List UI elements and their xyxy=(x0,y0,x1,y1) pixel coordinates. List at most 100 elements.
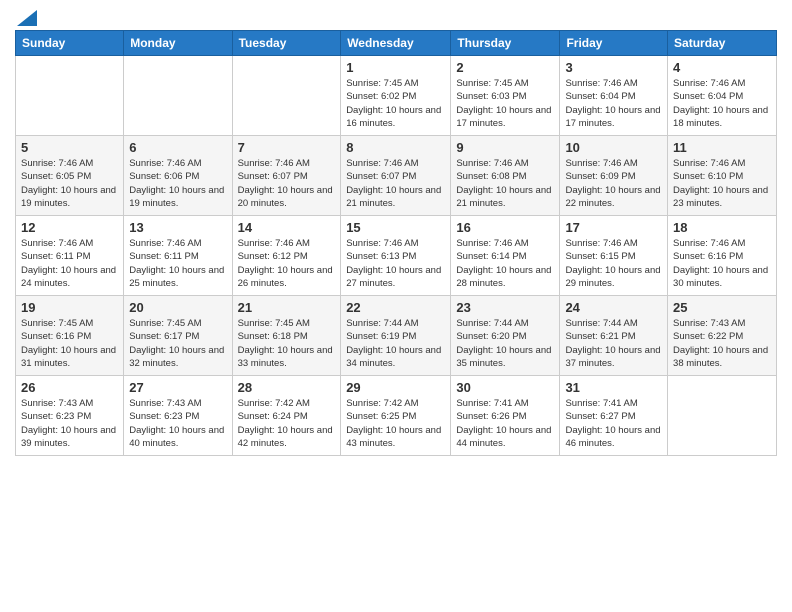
day-info: Sunrise: 7:46 AM Sunset: 6:07 PM Dayligh… xyxy=(238,157,336,210)
day-number: 29 xyxy=(346,380,445,395)
calendar-week-row: 12 Sunrise: 7:46 AM Sunset: 6:11 PM Dayli… xyxy=(16,216,777,296)
calendar-cell: 10 Sunrise: 7:46 AM Sunset: 6:09 PM Dayli… xyxy=(560,136,668,216)
calendar-cell: 5Sunrise: 7:46 AM Sunset: 6:05 PM Daylig… xyxy=(16,136,124,216)
calendar-cell: 26 Sunrise: 7:43 AM Sunset: 6:23 PM Dayli… xyxy=(16,376,124,456)
calendar-cell: 17 Sunrise: 7:46 AM Sunset: 6:15 PM Dayli… xyxy=(560,216,668,296)
day-info: Sunrise: 7:46 AM Sunset: 6:04 PM Dayligh… xyxy=(673,77,771,130)
day-info: Sunrise: 7:46 AM Sunset: 6:10 PM Dayligh… xyxy=(673,157,771,210)
day-number: 8 xyxy=(346,140,445,155)
day-info: Sunrise: 7:42 AM Sunset: 6:24 PM Dayligh… xyxy=(238,397,336,450)
day-info: Sunrise: 7:46 AM Sunset: 6:12 PM Dayligh… xyxy=(238,237,336,290)
day-number: 28 xyxy=(238,380,336,395)
day-number: 9 xyxy=(456,140,554,155)
day-number: 27 xyxy=(129,380,226,395)
calendar-cell: 31 Sunrise: 7:41 AM Sunset: 6:27 PM Dayli… xyxy=(560,376,668,456)
calendar-cell: 28 Sunrise: 7:42 AM Sunset: 6:24 PM Dayli… xyxy=(232,376,341,456)
day-number: 26 xyxy=(21,380,118,395)
calendar-day-header: Sunday xyxy=(16,31,124,56)
day-number: 24 xyxy=(565,300,662,315)
day-info: Sunrise: 7:41 AM Sunset: 6:27 PM Dayligh… xyxy=(565,397,662,450)
day-number: 25 xyxy=(673,300,771,315)
calendar-day-header: Friday xyxy=(560,31,668,56)
day-info: Sunrise: 7:44 AM Sunset: 6:20 PM Dayligh… xyxy=(456,317,554,370)
day-info: Sunrise: 7:44 AM Sunset: 6:21 PM Dayligh… xyxy=(565,317,662,370)
calendar-cell: 18Sunrise: 7:46 AM Sunset: 6:16 PM Dayli… xyxy=(668,216,777,296)
day-info: Sunrise: 7:41 AM Sunset: 6:26 PM Dayligh… xyxy=(456,397,554,450)
calendar-cell xyxy=(16,56,124,136)
calendar-cell: 21 Sunrise: 7:45 AM Sunset: 6:18 PM Dayli… xyxy=(232,296,341,376)
day-number: 19 xyxy=(21,300,118,315)
calendar-cell: 25 Sunrise: 7:43 AM Sunset: 6:22 PM Dayli… xyxy=(668,296,777,376)
day-info: Sunrise: 7:45 AM Sunset: 6:16 PM Dayligh… xyxy=(21,317,118,370)
day-info: Sunrise: 7:44 AM Sunset: 6:19 PM Dayligh… xyxy=(346,317,445,370)
calendar-cell: 14Sunrise: 7:46 AM Sunset: 6:12 PM Dayli… xyxy=(232,216,341,296)
calendar-cell: 12 Sunrise: 7:46 AM Sunset: 6:11 PM Dayli… xyxy=(16,216,124,296)
calendar-cell: 6 Sunrise: 7:46 AM Sunset: 6:06 PM Daylig… xyxy=(124,136,232,216)
day-info: Sunrise: 7:46 AM Sunset: 6:13 PM Dayligh… xyxy=(346,237,445,290)
day-info: Sunrise: 7:46 AM Sunset: 6:04 PM Dayligh… xyxy=(565,77,662,130)
calendar-week-row: 5Sunrise: 7:46 AM Sunset: 6:05 PM Daylig… xyxy=(16,136,777,216)
day-number: 11 xyxy=(673,140,771,155)
day-number: 22 xyxy=(346,300,445,315)
calendar-cell: 8 Sunrise: 7:46 AM Sunset: 6:07 PM Daylig… xyxy=(341,136,451,216)
calendar-cell xyxy=(124,56,232,136)
day-info: Sunrise: 7:45 AM Sunset: 6:18 PM Dayligh… xyxy=(238,317,336,370)
day-number: 1 xyxy=(346,60,445,75)
calendar-cell: 7 Sunrise: 7:46 AM Sunset: 6:07 PM Daylig… xyxy=(232,136,341,216)
day-info: Sunrise: 7:46 AM Sunset: 6:15 PM Dayligh… xyxy=(565,237,662,290)
calendar-cell: 29Sunrise: 7:42 AM Sunset: 6:25 PM Dayli… xyxy=(341,376,451,456)
day-number: 6 xyxy=(129,140,226,155)
day-info: Sunrise: 7:46 AM Sunset: 6:14 PM Dayligh… xyxy=(456,237,554,290)
day-info: Sunrise: 7:46 AM Sunset: 6:09 PM Dayligh… xyxy=(565,157,662,210)
day-info: Sunrise: 7:45 AM Sunset: 6:02 PM Dayligh… xyxy=(346,77,445,130)
day-number: 5 xyxy=(21,140,118,155)
day-info: Sunrise: 7:46 AM Sunset: 6:06 PM Dayligh… xyxy=(129,157,226,210)
day-number: 12 xyxy=(21,220,118,235)
calendar-cell: 23Sunrise: 7:44 AM Sunset: 6:20 PM Dayli… xyxy=(451,296,560,376)
calendar-cell: 22 Sunrise: 7:44 AM Sunset: 6:19 PM Dayli… xyxy=(341,296,451,376)
calendar-day-header: Saturday xyxy=(668,31,777,56)
day-number: 15 xyxy=(346,220,445,235)
page-header xyxy=(15,10,777,22)
day-info: Sunrise: 7:46 AM Sunset: 6:11 PM Dayligh… xyxy=(129,237,226,290)
day-number: 13 xyxy=(129,220,226,235)
calendar-cell: 27 Sunrise: 7:43 AM Sunset: 6:23 PM Dayli… xyxy=(124,376,232,456)
day-info: Sunrise: 7:43 AM Sunset: 6:22 PM Dayligh… xyxy=(673,317,771,370)
calendar-day-header: Monday xyxy=(124,31,232,56)
day-info: Sunrise: 7:45 AM Sunset: 6:03 PM Dayligh… xyxy=(456,77,554,130)
day-number: 3 xyxy=(565,60,662,75)
day-number: 21 xyxy=(238,300,336,315)
day-number: 7 xyxy=(238,140,336,155)
day-number: 31 xyxy=(565,380,662,395)
calendar-cell: 1 Sunrise: 7:45 AM Sunset: 6:02 PM Daylig… xyxy=(341,56,451,136)
calendar-week-row: 26 Sunrise: 7:43 AM Sunset: 6:23 PM Dayli… xyxy=(16,376,777,456)
day-info: Sunrise: 7:43 AM Sunset: 6:23 PM Dayligh… xyxy=(21,397,118,450)
day-info: Sunrise: 7:45 AM Sunset: 6:17 PM Dayligh… xyxy=(129,317,226,370)
calendar-day-header: Tuesday xyxy=(232,31,341,56)
day-number: 16 xyxy=(456,220,554,235)
calendar-cell: 11 Sunrise: 7:46 AM Sunset: 6:10 PM Dayli… xyxy=(668,136,777,216)
logo xyxy=(15,10,37,22)
calendar-cell: 24 Sunrise: 7:44 AM Sunset: 6:21 PM Dayli… xyxy=(560,296,668,376)
day-info: Sunrise: 7:43 AM Sunset: 6:23 PM Dayligh… xyxy=(129,397,226,450)
calendar-cell: 15 Sunrise: 7:46 AM Sunset: 6:13 PM Dayli… xyxy=(341,216,451,296)
day-number: 10 xyxy=(565,140,662,155)
calendar-cell xyxy=(668,376,777,456)
page-container: SundayMondayTuesdayWednesdayThursdayFrid… xyxy=(0,0,792,466)
calendar-cell: 4Sunrise: 7:46 AM Sunset: 6:04 PM Daylig… xyxy=(668,56,777,136)
calendar-cell: 20 Sunrise: 7:45 AM Sunset: 6:17 PM Dayli… xyxy=(124,296,232,376)
day-info: Sunrise: 7:46 AM Sunset: 6:08 PM Dayligh… xyxy=(456,157,554,210)
calendar-cell: 19 Sunrise: 7:45 AM Sunset: 6:16 PM Dayli… xyxy=(16,296,124,376)
calendar-day-header: Thursday xyxy=(451,31,560,56)
calendar-day-header: Wednesday xyxy=(341,31,451,56)
day-number: 17 xyxy=(565,220,662,235)
calendar-cell: 16 Sunrise: 7:46 AM Sunset: 6:14 PM Dayli… xyxy=(451,216,560,296)
day-number: 30 xyxy=(456,380,554,395)
day-info: Sunrise: 7:46 AM Sunset: 6:11 PM Dayligh… xyxy=(21,237,118,290)
calendar-cell xyxy=(232,56,341,136)
day-info: Sunrise: 7:46 AM Sunset: 6:07 PM Dayligh… xyxy=(346,157,445,210)
day-number: 20 xyxy=(129,300,226,315)
day-number: 18 xyxy=(673,220,771,235)
calendar-table: SundayMondayTuesdayWednesdayThursdayFrid… xyxy=(15,30,777,456)
calendar-week-row: 1 Sunrise: 7:45 AM Sunset: 6:02 PM Daylig… xyxy=(16,56,777,136)
